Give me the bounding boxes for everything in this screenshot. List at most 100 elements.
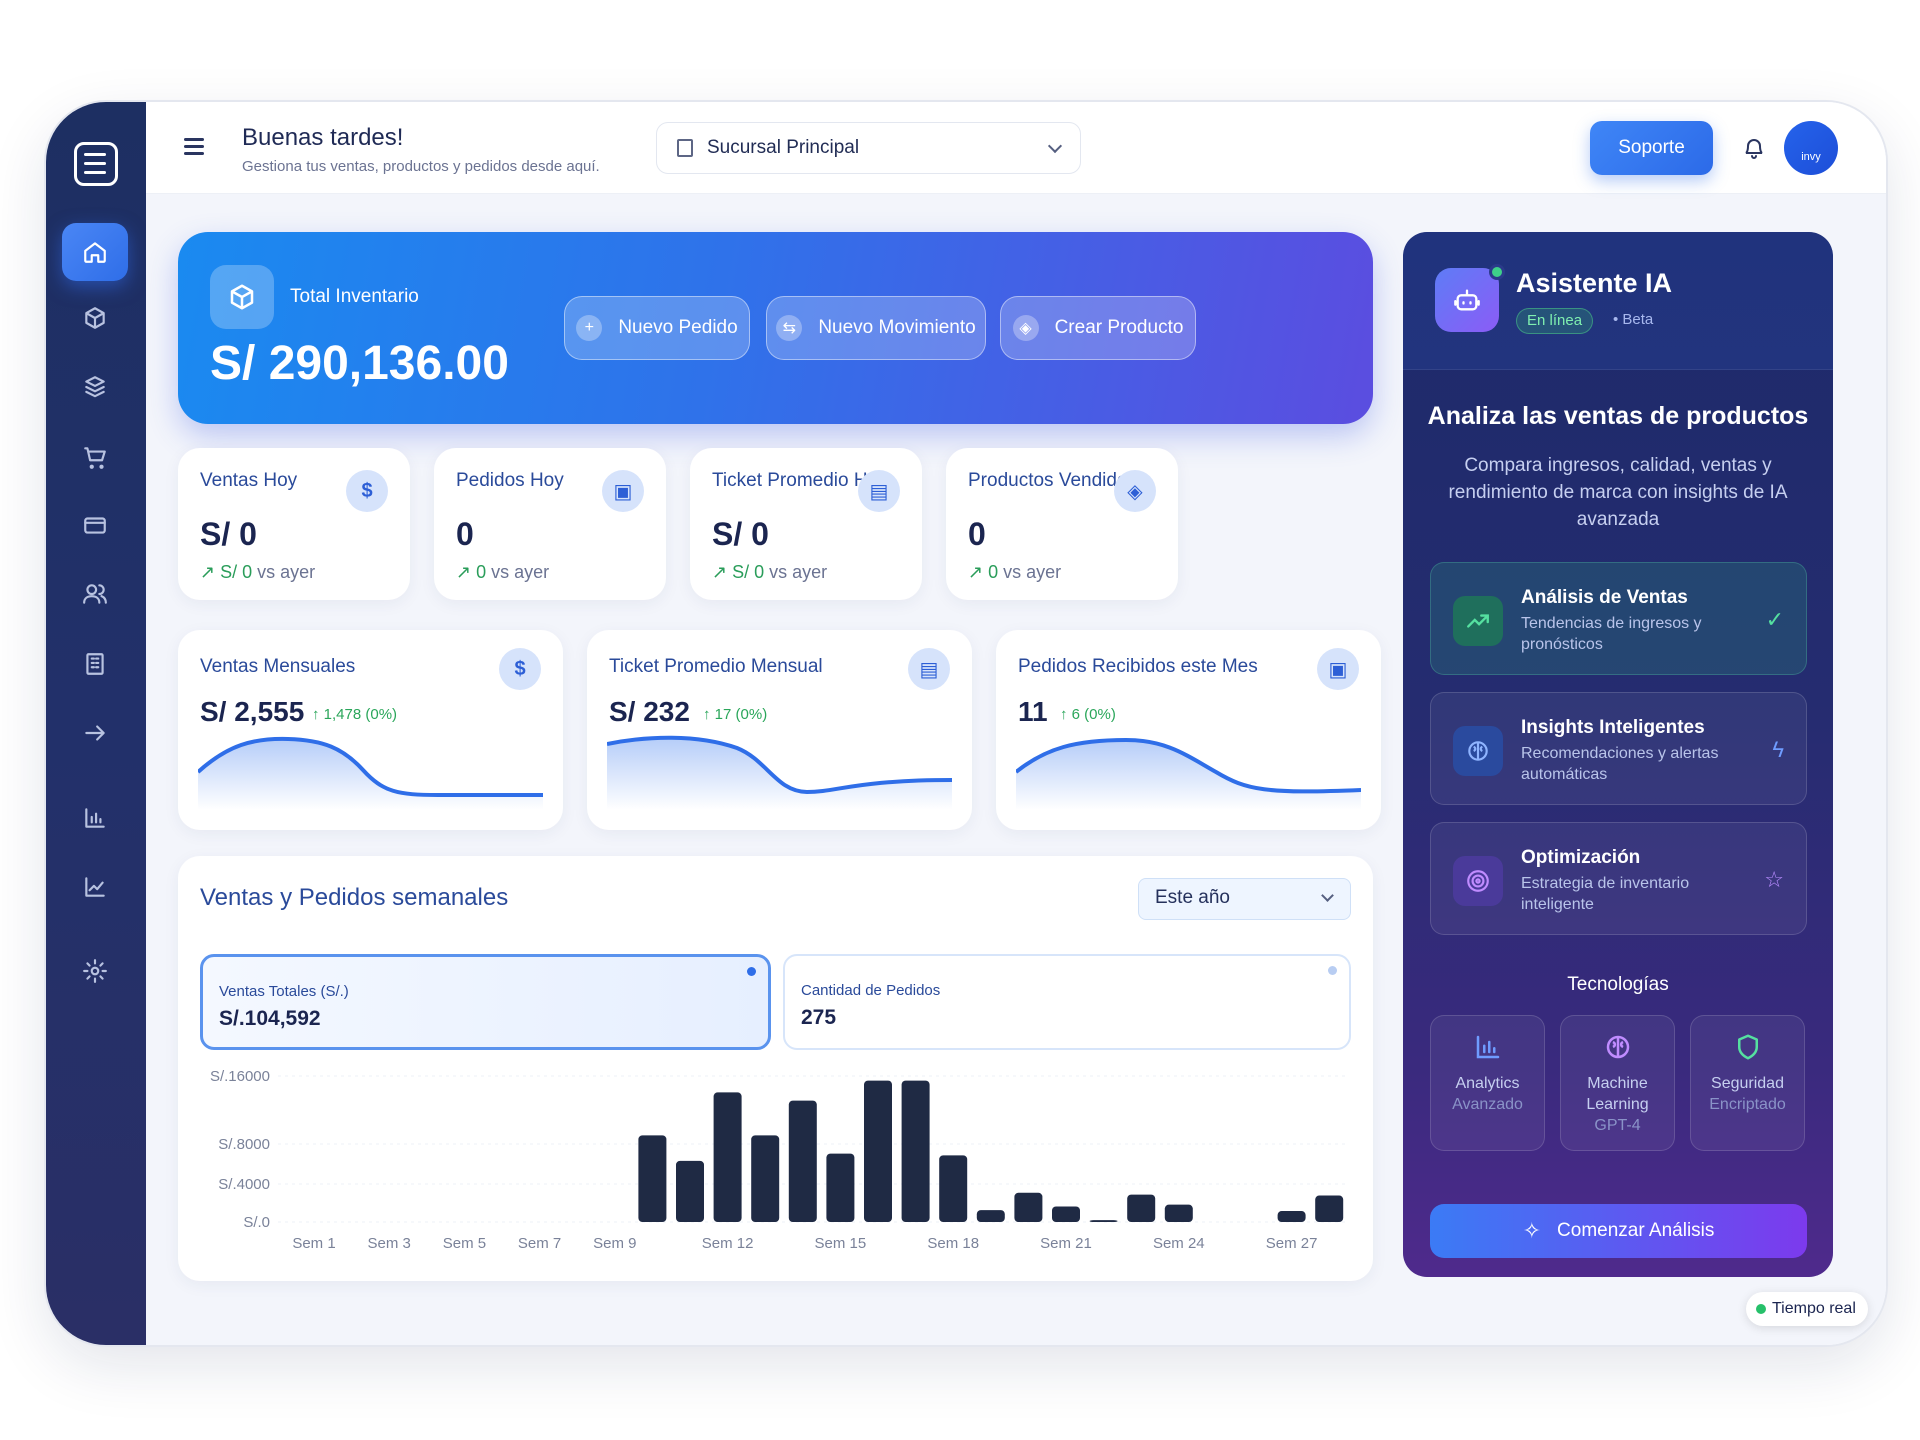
sidebar-item-branches[interactable]: [62, 635, 128, 693]
bar-sem-20[interactable]: [1014, 1192, 1043, 1222]
tech-sub: Encriptado: [1709, 1096, 1786, 1113]
stat-value: S/ 0: [200, 516, 257, 552]
metric-indicator: [1328, 966, 1337, 975]
bar-sem-10[interactable]: [638, 1135, 667, 1222]
sidebar-item-sales[interactable]: [62, 428, 128, 486]
sidebar-item-movements[interactable]: [62, 704, 128, 762]
sidebar-item-users[interactable]: [62, 565, 128, 623]
bar-sem-15[interactable]: [826, 1153, 855, 1222]
avatar[interactable]: invy: [1784, 121, 1838, 175]
bar-sem-22[interactable]: [1089, 1220, 1118, 1222]
cart-icon: [84, 447, 106, 469]
weekly-chart-title: Ventas y Pedidos semanales: [200, 884, 509, 911]
trending-up-icon: [1453, 596, 1503, 646]
app-logo[interactable]: [74, 142, 118, 186]
bar-chart-icon: [1476, 1035, 1499, 1059]
new-order-button[interactable]: + Nuevo Pedido: [564, 296, 750, 360]
bar-sem-12[interactable]: [713, 1092, 742, 1222]
metric-order-count[interactable]: Cantidad de Pedidos 275: [783, 954, 1351, 1050]
bar-sem-13[interactable]: [751, 1135, 780, 1222]
bag-icon: ▣: [602, 470, 644, 512]
period-select[interactable]: Este año: [1138, 878, 1351, 920]
box-icon: [85, 307, 105, 329]
x-tick-label: Sem 5: [443, 1235, 486, 1252]
feature-optimization[interactable]: Optimización Estrategia de inventario in…: [1430, 822, 1807, 935]
app-window: Buenas tardes! Gestiona tus ventas, prod…: [46, 102, 1886, 1345]
branch-select-value: Sucursal Principal: [707, 137, 860, 158]
stat-comparison: ↗ 0 vs ayer: [456, 562, 550, 582]
monthly-orders-card: Pedidos Recibidos este Mes ▣ 11 ↑ 6 (0%): [996, 630, 1381, 830]
x-tick-label: Sem 15: [815, 1235, 867, 1252]
stat-comparison: ↗ S/ 0 vs ayer: [200, 562, 316, 582]
sidebar-item-analytics[interactable]: [62, 858, 128, 916]
arrow-right-icon: [85, 725, 105, 741]
monthly-change: ↑ 6 (0%): [1060, 706, 1116, 723]
chevron-down-icon: [1321, 889, 1334, 902]
ai-description: Compara ingresos, calidad, ventas y rend…: [1448, 455, 1788, 530]
beta-label: • Beta: [1613, 311, 1654, 328]
dollar-icon: $: [499, 648, 541, 690]
boxes-icon: [85, 376, 105, 398]
sidebar-item-products[interactable]: [62, 289, 128, 347]
branch-select[interactable]: Sucursal Principal: [656, 122, 1081, 174]
tech-name: Analytics: [1455, 1075, 1520, 1092]
receipt-icon: ▤: [858, 470, 900, 512]
feature-description: Estrategia de inventario inteligente: [1521, 875, 1690, 913]
y-tick-label: S/.16000: [210, 1068, 270, 1085]
stat-value: 0: [456, 516, 474, 552]
tech-sub: Avanzado: [1452, 1096, 1523, 1113]
bar-sem-18[interactable]: [939, 1155, 968, 1222]
line-chart-icon: [85, 877, 105, 897]
stat-comparison-value: S/ 0: [732, 562, 765, 582]
inventory-banner: Total Inventario S/ 290,136.00 + Nuevo Pe…: [178, 232, 1373, 424]
bell-icon[interactable]: [1742, 136, 1766, 160]
bar-sem-14[interactable]: [788, 1100, 817, 1222]
inventory-label: Total Inventario: [290, 286, 419, 307]
tech-analytics: Analytics Avanzado: [1430, 1015, 1545, 1151]
metric-value: S/.104,592: [219, 1007, 321, 1030]
y-tick-label: S/.8000: [218, 1136, 270, 1153]
stat-label: Productos Vendidos: [968, 470, 1138, 491]
monthly-value: S/ 2,555: [200, 696, 305, 727]
feature-sales-analysis[interactable]: Análisis de Ventas Tendencias de ingreso…: [1430, 562, 1807, 675]
main-area: Buenas tardes! Gestiona tus ventas, prod…: [146, 102, 1886, 1345]
support-button[interactable]: Soporte: [1590, 121, 1713, 175]
greeting-subtitle: Gestiona tus ventas, productos y pedidos…: [242, 158, 600, 175]
chevron-down-icon: [1047, 138, 1063, 154]
bar-sem-16[interactable]: [864, 1080, 892, 1222]
receipt-icon: ▤: [908, 648, 950, 690]
sidebar-item-inventory[interactable]: [62, 358, 128, 416]
feature-title: Optimización: [1521, 847, 1641, 868]
feature-smart-insights[interactable]: Insights Inteligentes Recomendaciones y …: [1430, 692, 1807, 805]
box-icon: ◈: [1114, 470, 1156, 512]
sidebar-item-settings[interactable]: [62, 942, 128, 1000]
sidebar-item-reports[interactable]: [62, 789, 128, 847]
create-product-button[interactable]: ◈ Crear Producto: [1000, 296, 1196, 360]
start-analysis-button[interactable]: ✧ Comenzar Análisis: [1430, 1204, 1807, 1258]
bar-sem-27[interactable]: [1277, 1211, 1306, 1222]
bar-sem-23[interactable]: [1127, 1194, 1156, 1222]
x-tick-label: Sem 21: [1040, 1235, 1092, 1252]
new-movement-button[interactable]: ⇆ Nuevo Movimiento: [766, 296, 986, 360]
metric-label: Ventas Totales (S/.): [219, 983, 349, 1000]
bar-sem-11[interactable]: [676, 1160, 704, 1222]
sidebar-item-home[interactable]: [62, 223, 128, 281]
sidebar: [46, 102, 146, 1345]
sidebar-item-payments[interactable]: [62, 496, 128, 554]
stat-comparison-text: vs ayer: [1003, 562, 1062, 582]
menu-icon[interactable]: [184, 138, 204, 159]
online-indicator: [1489, 264, 1505, 280]
product-icon: ◈: [1012, 315, 1039, 341]
bag-icon: ▣: [1317, 648, 1359, 690]
bar-sem-17[interactable]: [901, 1080, 930, 1222]
bar-sem-21[interactable]: [1052, 1206, 1080, 1222]
bar-sem-19[interactable]: [976, 1210, 1005, 1222]
lightning-icon: ϟ: [1772, 737, 1784, 762]
monthly-value: S/ 232: [609, 696, 690, 727]
bar-sem-28[interactable]: [1315, 1195, 1344, 1222]
metric-total-sales[interactable]: Ventas Totales (S/.) S/.104,592: [200, 954, 771, 1050]
tech-name: Seguridad: [1711, 1075, 1784, 1092]
topbar: Buenas tardes! Gestiona tus ventas, prod…: [146, 102, 1886, 194]
bar-sem-24[interactable]: [1164, 1204, 1193, 1222]
monthly-change: ↑ 1,478 (0%): [312, 706, 398, 723]
